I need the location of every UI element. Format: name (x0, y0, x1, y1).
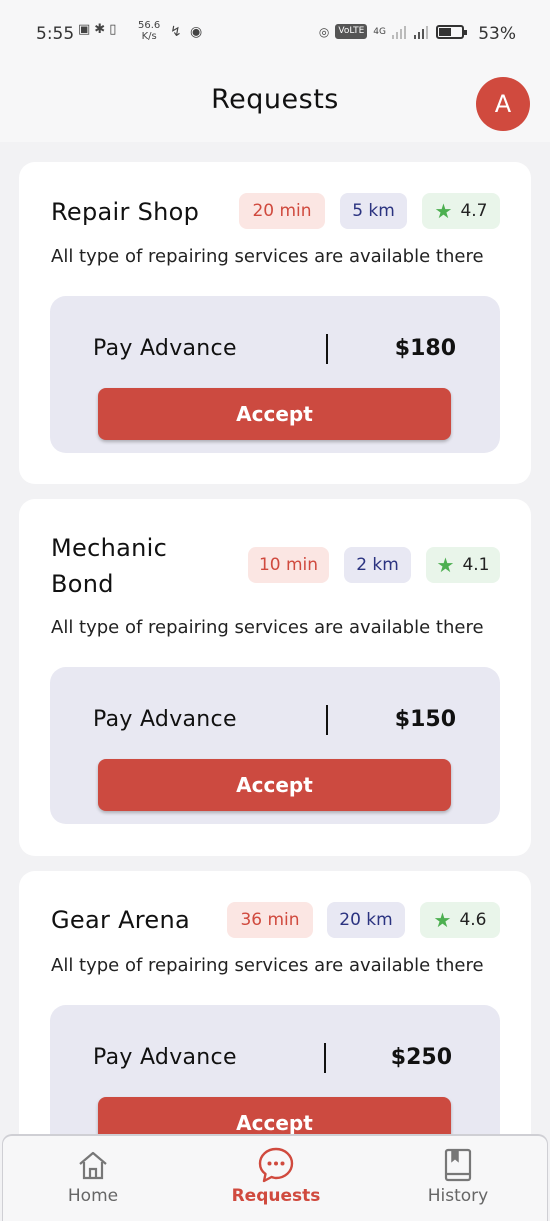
app-header: Requests A (0, 64, 550, 142)
nav-item-history[interactable]: History (398, 1146, 518, 1206)
speed-value: 56.6 (138, 20, 161, 31)
distance-chip: 20 km (327, 902, 405, 938)
request-card: Repair Shop 20 min 5 km ★ 4.7 All type o… (19, 162, 531, 484)
shop-name: Gear Arena (51, 906, 191, 934)
status-time: 5:55 (36, 24, 75, 44)
distance-chip: 2 km (344, 547, 411, 583)
signal-icon (392, 25, 406, 39)
distance-chip: 5 km (340, 193, 407, 229)
nfc-icon: ▣ (78, 22, 91, 37)
volte-badge: VoLTE (335, 24, 368, 39)
bluetooth-icon: ✱ (94, 22, 106, 37)
shop-description: All type of repairing services are avail… (51, 955, 484, 976)
app-notification-icon: ◉ (190, 24, 203, 40)
nav-label-history: History (427, 1186, 489, 1206)
rating-chip: ★ 4.1 (426, 547, 500, 583)
pay-amount: $150 (394, 707, 456, 732)
time-chip: 36 min (227, 902, 313, 938)
missed-call-icon: ↯ (170, 24, 182, 40)
rating-chip: ★ 4.7 (422, 193, 500, 229)
pay-divider (326, 705, 328, 735)
pay-box: Pay Advance $180 Accept (50, 296, 500, 453)
signal-icon-2 (414, 25, 428, 39)
status-bar: 5:55 ▣ ✱ ▯ 56.6 K/s ↯ ◉ ◎ VoLTE 4G 53% (0, 0, 550, 64)
status-left-icons: ▣ ✱ ▯ (78, 22, 116, 37)
nav-item-home[interactable]: Home (33, 1146, 153, 1206)
rating-value: 4.1 (462, 555, 490, 575)
shop-description: All type of repairing services are avail… (51, 617, 484, 638)
shop-name: Repair Shop (51, 198, 200, 226)
rating-value: 4.7 (460, 201, 488, 221)
requests-screen: 5:55 ▣ ✱ ▯ 56.6 K/s ↯ ◉ ◎ VoLTE 4G 53% R… (0, 0, 550, 1221)
network-type: 4G (373, 26, 386, 37)
accept-button[interactable]: Accept (98, 759, 451, 811)
pay-advance-label: Pay Advance (93, 707, 237, 732)
time-chip: 10 min (248, 547, 329, 583)
network-speed: 56.6 K/s (138, 20, 160, 42)
page-title: Requests (211, 84, 339, 115)
book-icon (444, 1148, 472, 1182)
status-right-icons: ◎ VoLTE 4G (318, 24, 467, 39)
pay-advance-label: Pay Advance (93, 336, 237, 361)
hotspot-icon: ◎ (318, 24, 330, 39)
pay-divider (324, 1043, 326, 1073)
time-chip: 20 min (239, 193, 325, 229)
pay-advance-label: Pay Advance (93, 1045, 237, 1070)
avatar[interactable]: A (476, 77, 530, 131)
shop-description: All type of repairing services are avail… (51, 246, 484, 267)
star-icon: ★ (434, 199, 453, 223)
nav-label-requests: Requests (231, 1186, 321, 1206)
request-card: Mechanic Bond 10 min 2 km ★ 4.1 All type… (19, 499, 531, 856)
star-icon: ★ (436, 553, 455, 577)
nav-item-requests[interactable]: Requests (216, 1146, 336, 1206)
pay-amount: $250 (390, 1045, 452, 1070)
rating-value: 4.6 (459, 910, 487, 930)
vibrate-icon: ▯ (109, 22, 117, 37)
pay-amount: $180 (394, 336, 456, 361)
pay-divider (326, 334, 328, 364)
battery-percent: 53% (478, 24, 516, 44)
star-icon: ★ (433, 908, 452, 932)
speed-unit: K/s (141, 31, 157, 42)
home-icon (79, 1151, 107, 1180)
pay-box: Pay Advance $150 Accept (50, 667, 500, 824)
bottom-navigation: Home Requests History (2, 1134, 548, 1221)
nav-label-home: Home (67, 1186, 119, 1206)
battery-icon (436, 24, 467, 39)
shop-name: Mechanic Bond (51, 534, 168, 598)
chat-bubble-icon (258, 1147, 294, 1183)
accept-button[interactable]: Accept (98, 388, 451, 440)
rating-chip: ★ 4.6 (420, 902, 500, 938)
